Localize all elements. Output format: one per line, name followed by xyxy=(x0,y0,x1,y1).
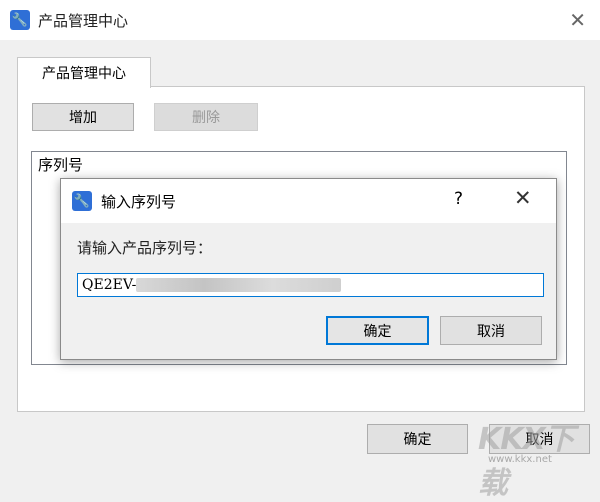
watermark-url: www.kkx.net xyxy=(488,454,552,465)
tab-label: 产品管理中心 xyxy=(42,66,126,82)
tab-product-management[interactable]: 产品管理中心 xyxy=(17,57,151,88)
serial-dialog: 🔧 输入序列号 ? ✕ 请输入产品序列号： QE2EV- 确定 取消 xyxy=(60,178,557,360)
window-title: 产品管理中心 xyxy=(38,12,129,30)
serial-input[interactable]: QE2EV- xyxy=(77,273,544,297)
wrench-icon: 🔧 xyxy=(10,10,30,30)
dialog-close-icon[interactable]: ✕ xyxy=(514,186,532,210)
help-icon[interactable]: ? xyxy=(454,189,463,209)
dialog-title: 输入序列号 xyxy=(101,193,177,211)
title-bar: 🔧 产品管理中心 ✕ xyxy=(0,0,600,40)
delete-button: 删除 xyxy=(154,103,258,131)
dialog-title-bar: 🔧 输入序列号 ? ✕ xyxy=(61,179,556,223)
redacted-serial xyxy=(136,278,342,292)
wrench-icon: 🔧 xyxy=(72,191,92,211)
ok-button[interactable]: 确定 xyxy=(367,424,468,454)
add-button[interactable]: 增加 xyxy=(32,103,134,131)
serial-input-value: QE2EV- xyxy=(82,277,137,293)
watermark: KKX下载 www.kkx.net xyxy=(478,414,596,501)
close-icon[interactable]: ✕ xyxy=(569,8,586,32)
dialog-ok-button[interactable]: 确定 xyxy=(326,316,429,345)
dialog-cancel-button[interactable]: 取消 xyxy=(440,316,542,345)
serial-prompt-label: 请输入产品序列号： xyxy=(77,239,213,257)
list-column-header: 序列号 xyxy=(38,156,84,174)
